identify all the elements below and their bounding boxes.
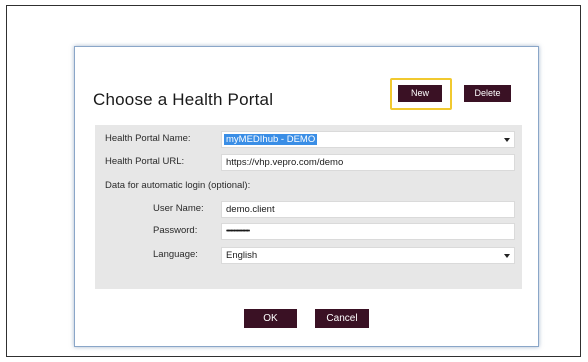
password-field[interactable]: •••••••••••••••• — [221, 223, 515, 240]
ok-button[interactable]: OK — [244, 309, 297, 328]
language-value: English — [226, 250, 258, 261]
cancel-button[interactable]: Cancel — [315, 309, 369, 328]
portal-url-label: Health Portal URL: — [105, 156, 185, 167]
portal-name-label: Health Portal Name: — [105, 133, 191, 144]
language-select[interactable]: English — [221, 247, 515, 264]
delete-button[interactable]: Delete — [464, 85, 511, 102]
page-frame: Choose a Health Portal New Delete Health… — [6, 5, 581, 357]
chevron-down-icon[interactable] — [504, 254, 510, 258]
password-label: Password: — [153, 225, 198, 236]
username-label: User Name: — [153, 203, 204, 214]
chevron-down-icon[interactable] — [504, 138, 510, 142]
portal-name-select[interactable]: myMEDIhub - DEMO — [221, 131, 515, 148]
new-button[interactable]: New — [398, 85, 442, 102]
portal-url-field[interactable]: https://vhp.vepro.com/demo — [221, 154, 515, 171]
choose-health-portal-dialog: Choose a Health Portal New Delete Health… — [74, 46, 539, 347]
username-field[interactable]: demo.client — [221, 201, 515, 218]
autologin-section-label: Data for automatic login (optional): — [105, 180, 251, 191]
form-panel: Health Portal Name: myMEDIhub - DEMO Hea… — [95, 125, 522, 289]
portal-name-value: myMEDIhub - DEMO — [224, 134, 318, 145]
language-label: Language: — [153, 249, 198, 260]
dialog-title: Choose a Health Portal — [93, 90, 274, 109]
